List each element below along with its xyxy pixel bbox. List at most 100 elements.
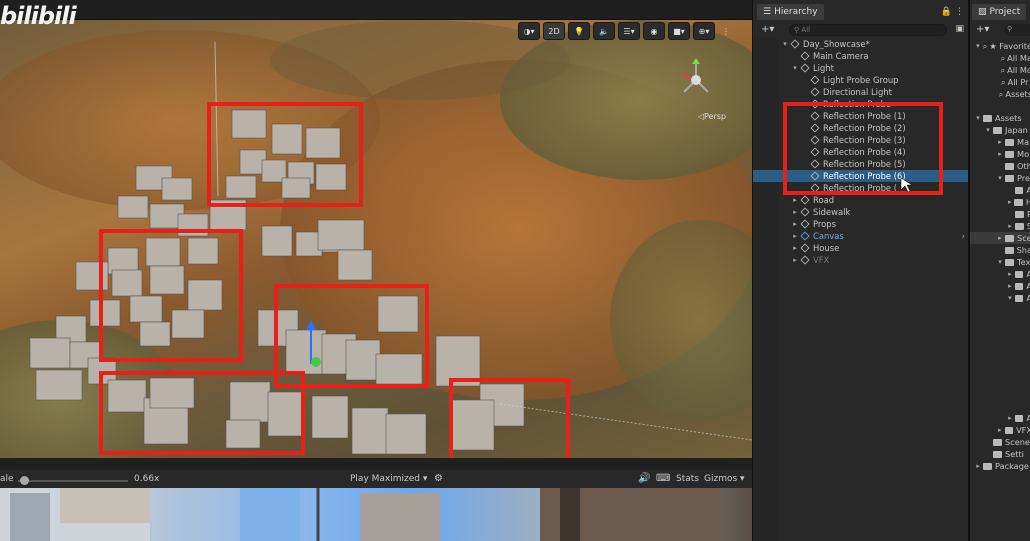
expand-down-icon[interactable]: ▾ (984, 126, 992, 134)
hierarchy-item[interactable]: Reflection Probe (2) (753, 122, 969, 134)
create-dropdown[interactable]: +▾ (976, 24, 989, 35)
project-item[interactable]: ▸H (970, 196, 1030, 208)
hierarchy-item-label: Reflection Probe (3) (823, 135, 906, 145)
folder-icon (983, 462, 992, 470)
search-filter-icon: ⌕ (1000, 52, 1006, 63)
hierarchy-item[interactable]: ▸ Sidewalk (753, 206, 969, 218)
hierarchy-item[interactable]: Light Probe Group (753, 74, 969, 86)
project-item[interactable]: P (970, 208, 1030, 220)
project-tab[interactable]: ▧ Project (972, 4, 1027, 20)
folder-icon (1005, 162, 1014, 170)
expand-right-icon[interactable]: ▸ (1006, 414, 1014, 422)
project-item[interactable]: ▾A (970, 292, 1030, 304)
expand-right-icon[interactable]: ▸ (791, 196, 799, 204)
project-item[interactable]: ⌕ All Mo (970, 64, 1030, 76)
expand-right-icon[interactable]: ▸ (1006, 270, 1014, 278)
expand-down-icon[interactable]: ▾ (781, 40, 789, 48)
expand-right-icon[interactable]: ▸ (996, 150, 1004, 158)
project-item[interactable]: ▸ Package (970, 460, 1030, 472)
expand-right-icon[interactable]: ▸ (791, 220, 799, 228)
gizmos-dropdown[interactable]: Gizmos ▾ (704, 474, 745, 484)
hierarchy-item[interactable]: Reflection Probe (6) (753, 170, 969, 182)
project-item[interactable]: Sha (970, 244, 1030, 256)
gameobject-icon (800, 207, 810, 217)
play-mode-dropdown[interactable]: Play Maximized ▾ (350, 474, 427, 484)
folder-icon: ▧ (978, 7, 987, 17)
hierarchy-item[interactable]: ▾ Light (753, 62, 969, 74)
hierarchy-item[interactable]: Main Camera (753, 50, 969, 62)
hierarchy-item[interactable]: Reflection Probe (3) (753, 134, 969, 146)
expand-right-icon[interactable]: ▸ (996, 426, 1004, 434)
scene-visibility-icon[interactable]: ▣ (955, 24, 964, 34)
project-item[interactable]: ▸ VFX (970, 424, 1030, 436)
scale-slider[interactable] (18, 480, 128, 482)
hierarchy-search[interactable]: ⚲ All (789, 24, 947, 36)
hierarchy-item[interactable]: ▸ VFX (753, 254, 969, 266)
search-filter-icon: ⌕ (1000, 64, 1006, 75)
expand-down-icon[interactable]: ▾ (996, 258, 1004, 266)
project-item[interactable]: Oth (970, 160, 1030, 172)
highlight-box (207, 102, 363, 207)
project-item[interactable]: A (970, 184, 1030, 196)
hierarchy-item[interactable]: Reflection Probe ( (753, 182, 969, 194)
hierarchy-item[interactable]: ▸ Props (753, 218, 969, 230)
project-item[interactable]: ⌕ All Ma (970, 52, 1030, 64)
hierarchy-item[interactable]: Reflection Probe (753, 98, 969, 110)
project-item[interactable]: ▾ Tex (970, 256, 1030, 268)
project-item[interactable]: ▾ ⌕ ★ Favorite (970, 40, 1030, 52)
scale-slider-handle[interactable] (20, 476, 29, 485)
panel-menu-icon[interactable]: ⋮ (955, 7, 964, 17)
expand-right-icon[interactable]: ▸ (1006, 282, 1014, 290)
project-item[interactable]: ▾ Japan (970, 124, 1030, 136)
create-dropdown[interactable]: +▾ (761, 24, 774, 35)
project-item[interactable]: Scene (970, 436, 1030, 448)
hierarchy-item[interactable]: Reflection Probe (4) (753, 146, 969, 158)
mute-audio-icon[interactable]: 🔊 (638, 473, 650, 484)
game-view[interactable] (0, 488, 752, 541)
project-item-label: All Mo (1007, 65, 1030, 75)
project-item[interactable]: ▾ Assets (970, 112, 1030, 124)
hierarchy-item[interactable]: ▸ House (753, 242, 969, 254)
lock-icon[interactable]: 🔒 (941, 7, 952, 17)
bug-icon[interactable]: ⚙ (434, 473, 443, 484)
keyboard-icon[interactable]: ⌨ (656, 473, 670, 484)
project-search[interactable]: ⚲ (1004, 24, 1030, 36)
expand-right-icon[interactable]: ▸ (791, 256, 799, 264)
expand-down-icon[interactable]: ▾ (974, 42, 982, 50)
hierarchy-item[interactable]: ▸ Canvas › (753, 230, 969, 242)
project-item[interactable]: ▸S (970, 220, 1030, 232)
hierarchy-item[interactable]: Reflection Probe (5) (753, 158, 969, 170)
project-item[interactable]: ▸A (970, 268, 1030, 280)
scene-view[interactable]: bilibili ◑▾ 2D 💡 🔈 ☰▾ ◉ ■▾ ⊕▾ ⋮ ◁Persp (0, 0, 752, 458)
project-item[interactable]: ▸ Mo (970, 148, 1030, 160)
expand-right-icon[interactable]: ▸ (1006, 198, 1013, 206)
expand-right-icon[interactable]: ▸ (974, 462, 982, 470)
hierarchy-item[interactable]: Directional Light (753, 86, 969, 98)
hierarchy-tab[interactable]: ☰ Hierarchy (757, 4, 824, 20)
expand-down-icon[interactable]: ▾ (791, 64, 799, 72)
expand-down-icon[interactable]: ▾ (996, 174, 1004, 182)
project-item[interactable]: ▸ Ma (970, 136, 1030, 148)
expand-down-icon[interactable]: ▾ (974, 114, 982, 122)
folder-icon (1014, 186, 1024, 194)
project-item[interactable]: ⌕ Assets (970, 88, 1030, 100)
hierarchy-item[interactable]: ▾ Day_Showcase* (753, 38, 969, 50)
chevron-right-icon[interactable]: › (962, 231, 965, 241)
stats-button[interactable]: Stats (676, 474, 699, 484)
expand-right-icon[interactable]: ▸ (791, 244, 799, 252)
project-item[interactable]: ▸A (970, 280, 1030, 292)
expand-right-icon[interactable]: ▸ (996, 138, 1004, 146)
project-item[interactable]: ▸ Sce (970, 232, 1030, 244)
project-item[interactable]: ▸A (970, 412, 1030, 424)
expand-right-icon[interactable]: ▸ (791, 208, 799, 216)
expand-right-icon[interactable]: ▸ (1006, 222, 1014, 230)
expand-down-icon[interactable]: ▾ (1006, 294, 1014, 302)
project-item[interactable]: Setti (970, 448, 1030, 460)
project-item-label: A (1026, 281, 1030, 291)
project-item[interactable]: ▾ Pre (970, 172, 1030, 184)
hierarchy-item[interactable]: ▸ Road (753, 194, 969, 206)
expand-right-icon[interactable]: ▸ (996, 234, 1004, 242)
project-item[interactable]: ⌕ All Pr (970, 76, 1030, 88)
expand-right-icon[interactable]: ▸ (791, 232, 799, 240)
hierarchy-item[interactable]: Reflection Probe (1) (753, 110, 969, 122)
